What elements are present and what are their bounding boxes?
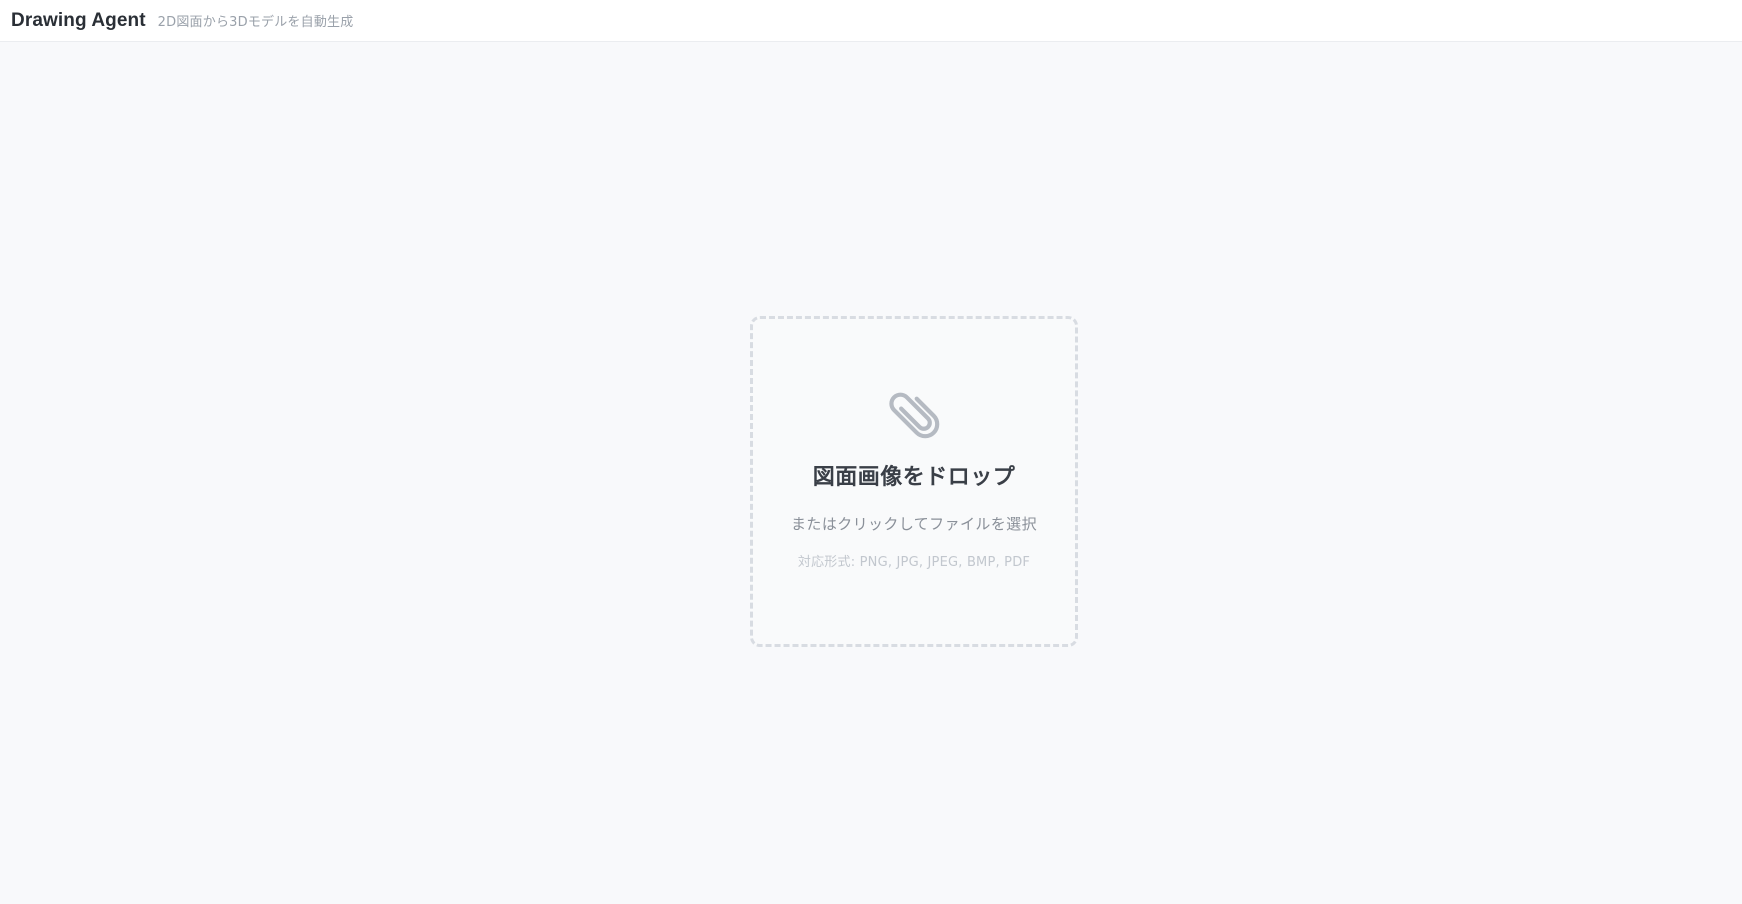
supported-formats: 対応形式: PNG, JPG, JPEG, BMP, PDF	[797, 555, 1031, 570]
app-header: Drawing Agent 2D図面から3Dモデルを自動生成	[0, 0, 1742, 42]
app-subtitle: 2D図面から3Dモデルを自動生成	[157, 15, 354, 30]
dropzone-hint: またはクリックしてファイルを選択	[791, 515, 1037, 533]
main-content: 図面画像をドロップ またはクリックしてファイルを選択 対応形式: PNG, JP…	[0, 42, 1742, 904]
dropzone-title: 図面画像をドロップ	[812, 465, 1016, 490]
file-dropzone[interactable]: 図面画像をドロップ またはクリックしてファイルを選択 対応形式: PNG, JP…	[750, 316, 1078, 647]
app-window: Drawing Agent 2D図面から3Dモデルを自動生成 図面画像をドロップ…	[0, 0, 1742, 904]
app-title: Drawing Agent	[11, 9, 146, 31]
paperclip-icon	[889, 392, 940, 439]
